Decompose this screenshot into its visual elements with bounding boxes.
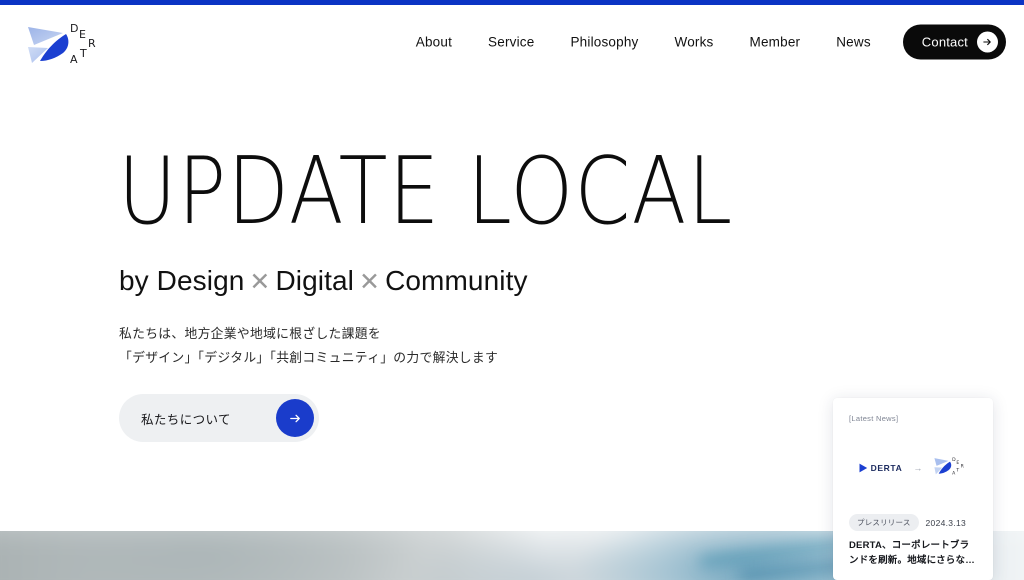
latest-news-meta: プレスリリース 2024.3.13 [849, 514, 977, 531]
nav-item-member[interactable]: Member [732, 29, 819, 56]
nav-item-news[interactable]: News [818, 29, 889, 56]
play-triangle-icon [859, 463, 868, 473]
hero-description-line-2: 「デザイン」「デジタル」「共創コミュニティ」の力で解決します [119, 350, 498, 365]
about-us-button[interactable]: 私たちについて [119, 394, 319, 442]
svg-text:D: D [70, 22, 78, 35]
nav-item-philosophy[interactable]: Philosophy [552, 29, 656, 56]
page-title: UPDATE LOCAL [118, 145, 734, 238]
svg-text:E: E [957, 460, 960, 466]
contact-button-label: Contact [922, 35, 968, 50]
old-derta-logo-text: DERTA [871, 463, 903, 473]
status-badge: プレスリリース [849, 514, 919, 531]
latest-news-thumbnail: DERTA → D E R T A [849, 445, 977, 491]
latest-news-label: [Latest News] [849, 414, 977, 423]
about-us-button-label: 私たちについて [141, 409, 231, 428]
latest-news-title: DERTA、コーポレートブランドを刷新。地域にさらな… [849, 539, 977, 568]
main-navigation: About Service Philosophy Works Member Ne… [398, 25, 1006, 60]
contact-button[interactable]: Contact [903, 25, 1006, 60]
new-derta-logo-icon: D E R T A [933, 455, 967, 481]
arrow-right-icon [977, 32, 998, 53]
svg-text:D: D [952, 457, 956, 463]
latest-news-card[interactable]: [Latest News] DERTA → D E R T A [833, 398, 993, 580]
svg-text:E: E [79, 28, 86, 41]
hero-subtitle-tail: Community [385, 265, 528, 296]
svg-text:R: R [961, 463, 965, 469]
svg-text:A: A [952, 470, 956, 476]
hero-subtitle-mid: Digital [275, 265, 354, 296]
hero-description-line-1: 私たちは、地方企業や地域に根ざした課題を [119, 326, 381, 341]
old-derta-logo: DERTA [859, 463, 903, 473]
nav-item-service[interactable]: Service [470, 29, 552, 56]
transition-arrow-icon: → [913, 463, 922, 473]
hero-subtitle-lead: by Design [119, 265, 244, 296]
svg-text:R: R [88, 37, 96, 50]
page-root: D E R T A About Service Philosophy Works… [0, 0, 1024, 580]
multiply-icon-2: ✕ [359, 268, 380, 296]
hero-description: 私たちは、地方企業や地域に根ざした課題を 「デザイン」「デジタル」「共創コミュニ… [119, 322, 498, 369]
svg-text:A: A [70, 53, 78, 66]
hero-subtitle: by Design✕Digital✕Community [119, 266, 528, 297]
arrow-right-icon [276, 399, 314, 437]
latest-news-date: 2024.3.13 [926, 518, 967, 528]
svg-text:T: T [79, 47, 87, 60]
nav-item-about[interactable]: About [398, 29, 470, 56]
multiply-icon-1: ✕ [249, 268, 270, 296]
derta-logo-mark: D E R T A [22, 17, 118, 69]
derta-logo[interactable]: D E R T A [22, 17, 118, 69]
svg-text:T: T [956, 468, 960, 474]
nav-item-works[interactable]: Works [657, 29, 732, 56]
site-header: D E R T A About Service Philosophy Works… [0, 5, 1024, 79]
